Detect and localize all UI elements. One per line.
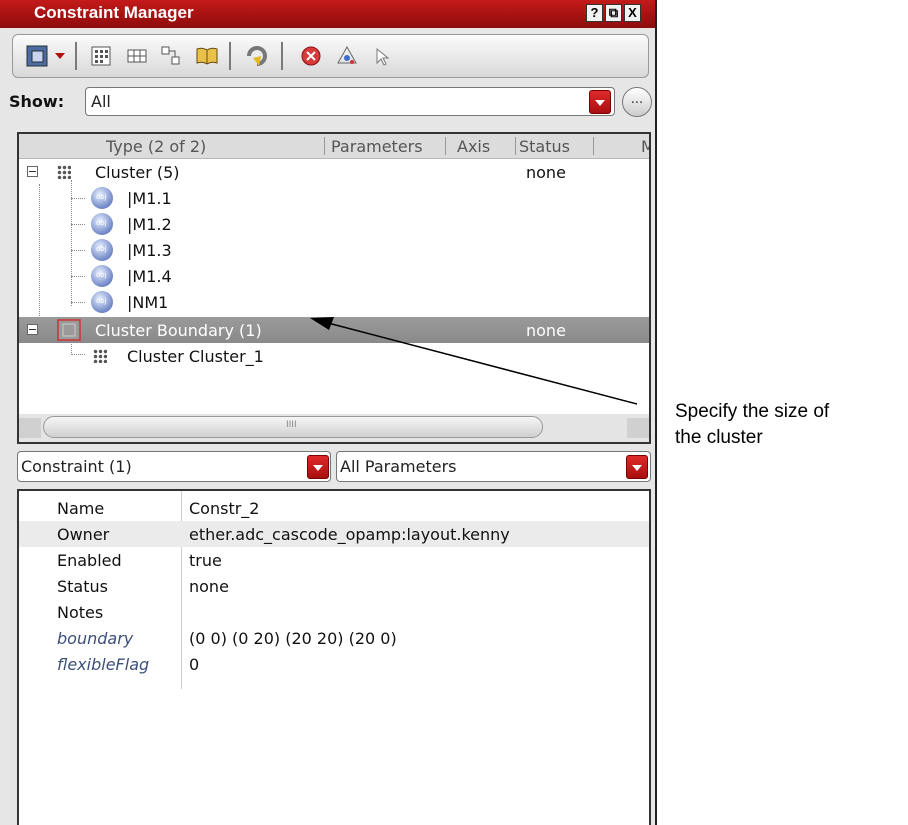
properties-table: Name Constr_2 Owner ether.adc_cascode_op… xyxy=(17,489,651,825)
constraint-select[interactable]: Constraint (1) xyxy=(17,451,331,482)
constraint-tree: Type (2 of 2) Parameters Axis Status M C… xyxy=(17,132,651,444)
grid-icon[interactable] xyxy=(89,44,113,68)
group-icon[interactable] xyxy=(159,44,183,68)
check-icon[interactable] xyxy=(335,44,359,68)
delete-icon[interactable] xyxy=(299,44,323,68)
property-row[interactable]: flexibleFlag 0 xyxy=(19,651,649,677)
tree-column-header: Type (2 of 2) Parameters Axis Status M xyxy=(19,134,649,159)
row-icon[interactable] xyxy=(125,44,149,68)
tree-row-member[interactable]: |M1.3 xyxy=(19,237,649,263)
scroll-thumb[interactable]: IIII xyxy=(43,416,543,438)
show-label: Show: xyxy=(9,92,65,111)
property-row[interactable]: Notes xyxy=(19,599,649,625)
collapse-icon[interactable] xyxy=(27,324,38,335)
dropdown-arrow-icon[interactable] xyxy=(53,44,67,68)
toolbar xyxy=(12,34,649,78)
property-row[interactable]: boundary (0 0) (0 20) (20 20) (20 0) xyxy=(19,625,649,651)
show-filter-select[interactable]: All xyxy=(85,87,615,116)
column-axis[interactable]: Axis xyxy=(457,137,490,156)
column-parameters[interactable]: Parameters xyxy=(331,137,423,156)
cursor-icon[interactable] xyxy=(371,44,395,68)
cluster-icon xyxy=(57,165,71,179)
property-row[interactable]: Status none xyxy=(19,573,649,599)
tree-row-member[interactable]: |M1.2 xyxy=(19,211,649,237)
instance-object-icon xyxy=(91,291,113,313)
cluster-icon xyxy=(93,349,107,363)
column-more[interactable]: M xyxy=(641,137,649,156)
cluster-status: none xyxy=(526,163,566,182)
parameter-filter-select[interactable]: All Parameters xyxy=(336,451,651,482)
tree-row-member[interactable]: |M1.4 xyxy=(19,263,649,289)
tree-row-member[interactable]: |NM1 xyxy=(19,289,649,315)
more-options-button[interactable]: ... xyxy=(622,87,652,117)
constraint-icon[interactable] xyxy=(25,44,49,68)
book-icon[interactable] xyxy=(195,44,219,68)
show-filter-value: All xyxy=(91,92,111,111)
scroll-right-icon[interactable] xyxy=(627,418,649,438)
show-dropdown-icon[interactable] xyxy=(589,90,611,114)
instance-object-icon xyxy=(91,213,113,235)
restore-button[interactable]: ⧉ xyxy=(605,4,622,22)
property-row[interactable]: Name Constr_2 xyxy=(19,495,649,521)
window-title: Constraint Manager xyxy=(34,3,194,22)
boundary-status: none xyxy=(526,321,566,340)
title-bar[interactable]: Constraint Manager ? ⧉ X xyxy=(0,0,655,28)
scroll-left-icon[interactable] xyxy=(19,418,41,438)
column-type[interactable]: Type (2 of 2) xyxy=(106,137,206,156)
property-row[interactable]: Owner ether.adc_cascode_opamp:layout.ken… xyxy=(19,521,649,547)
instance-object-icon xyxy=(91,187,113,209)
collapse-icon[interactable] xyxy=(27,166,38,177)
horizontal-scrollbar[interactable]: IIII xyxy=(19,414,649,442)
constraint-dropdown-icon[interactable] xyxy=(307,455,329,479)
constraint-manager-panel: Constraint Manager ? ⧉ X Show: All ... T… xyxy=(0,0,657,825)
parameter-dropdown-icon[interactable] xyxy=(626,455,648,479)
tree-row-boundary-cluster[interactable]: Cluster Cluster_1 xyxy=(19,343,649,369)
help-button[interactable]: ? xyxy=(586,4,603,22)
column-status[interactable]: Status xyxy=(519,137,570,156)
close-button[interactable]: X xyxy=(624,4,641,22)
tree-row-member[interactable]: |M1.1 xyxy=(19,185,649,211)
annotation-text: Specify the size of the cluster xyxy=(675,401,830,448)
update-icon[interactable] xyxy=(245,44,269,68)
tree-row-cluster-boundary[interactable]: Cluster Boundary (1) none xyxy=(19,317,649,343)
tree-row-cluster[interactable]: Cluster (5) none xyxy=(19,159,649,185)
property-row[interactable]: Enabled true xyxy=(19,547,649,573)
instance-object-icon xyxy=(91,239,113,261)
instance-object-icon xyxy=(91,265,113,287)
boundary-icon xyxy=(57,319,81,341)
